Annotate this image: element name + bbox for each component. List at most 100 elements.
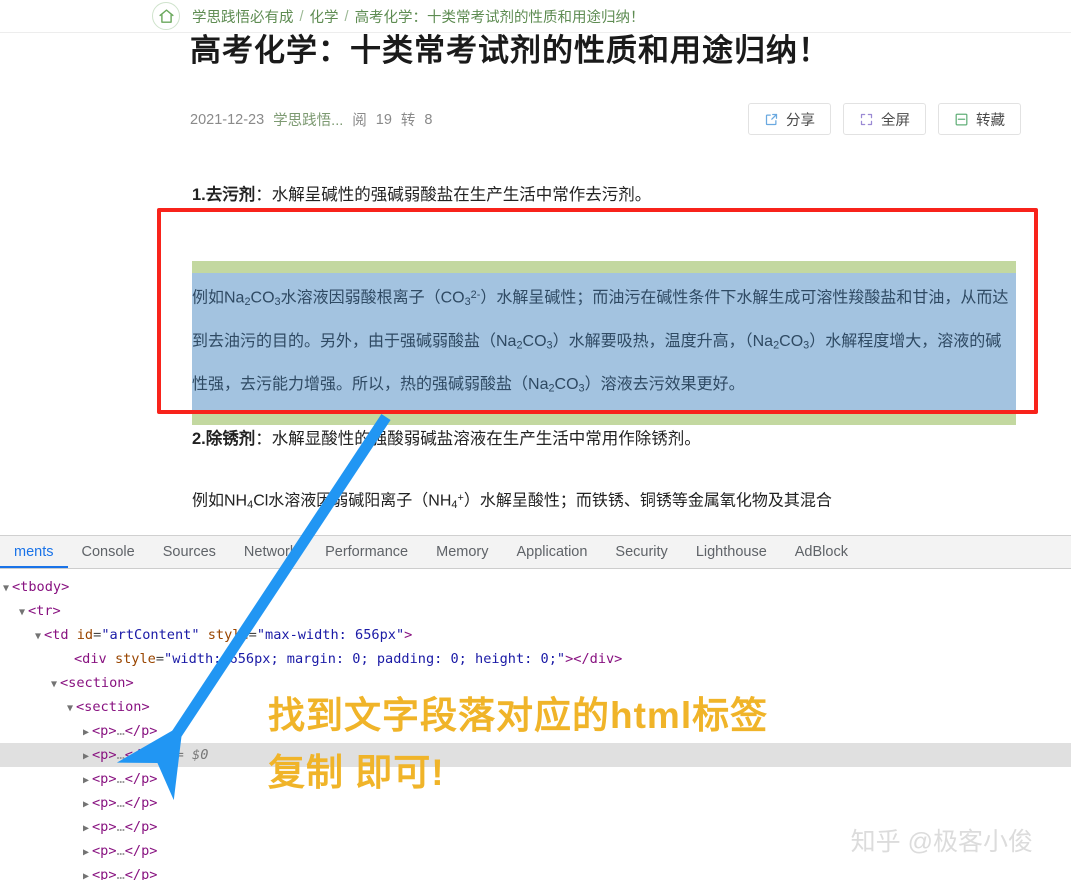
breadcrumb-separator: /: [344, 8, 349, 25]
tab-elements[interactable]: ments: [0, 536, 68, 568]
twisty-placeholder: ·: [62, 649, 74, 673]
share-button-label: 分享: [786, 112, 815, 129]
dom-node-section-outer-tag: <section>: [60, 675, 134, 691]
dom-p-close-tag: </p>: [124, 723, 158, 739]
dom-p-close-tag: </p>: [124, 747, 158, 763]
highlight-content-box: 例如Na2CO3水溶液因弱酸根离子（CO32-）水解呈碱性；而油污在碱性条件下水…: [192, 273, 1016, 413]
twisty-icon[interactable]: ▶: [80, 769, 92, 793]
annotation-line-2: 复制 即可!: [268, 752, 445, 793]
twisty-icon[interactable]: ▶: [80, 817, 92, 841]
article-content: 高考化学：十类常考试剂的性质和用途归纳！ 2021-12-23 学思践悟... …: [0, 33, 1071, 535]
dom-node-tbody[interactable]: ▼ <tbody>: [0, 575, 1071, 599]
breadcrumb-item-0[interactable]: 学思践悟必有成: [192, 6, 294, 27]
breadcrumb-item-2[interactable]: 高考化学：十类常考试剂的性质和用途归纳！: [355, 6, 645, 27]
page-title: 高考化学：十类常考试剂的性质和用途归纳！: [190, 33, 830, 68]
dom-p-ellipsis: …: [116, 771, 125, 787]
hp-l3b: CO: [779, 332, 804, 350]
article-meta: 2021-12-23 学思践悟... 阅 19 转 8: [190, 109, 432, 130]
twisty-icon[interactable]: ▶: [80, 865, 92, 880]
dom-p-open-tag: <p>: [92, 771, 117, 787]
tab-sources[interactable]: Sources: [149, 536, 230, 568]
dom-node-p[interactable]: ▶ <p>… </p>: [0, 863, 1071, 880]
dom-selected-ref: == $0: [167, 747, 209, 763]
hp-l4c: ）溶液去污效果更好。: [584, 376, 745, 394]
highlight-padding-top: [192, 261, 1016, 273]
twisty-icon[interactable]: ▶: [80, 721, 92, 745]
dom-p-ellipsis: …: [116, 795, 125, 811]
dom-node-tr[interactable]: ▼ <tr>: [0, 599, 1071, 623]
breadcrumb: 学思践悟必有成 / 化学 / 高考化学：十类常考试剂的性质和用途归纳！: [192, 0, 645, 33]
tab-console[interactable]: Console: [68, 536, 149, 568]
twisty-icon[interactable]: ▼: [48, 673, 60, 697]
dom-p-close-tag: </p>: [124, 819, 158, 835]
save-collect-icon: [954, 112, 969, 127]
dom-p-open-tag: <p>: [92, 747, 117, 763]
twisty-icon[interactable]: ▼: [16, 601, 28, 625]
fullscreen-button-label: 全屏: [881, 112, 910, 129]
share-button[interactable]: 分享: [748, 103, 831, 135]
dom-p-open-tag: <p>: [92, 723, 117, 739]
dom-p-close-tag: </p>: [124, 867, 158, 880]
dom-p-close-tag: </p>: [124, 795, 158, 811]
tab-performance[interactable]: Performance: [311, 536, 422, 568]
section-1-number: 1.: [192, 186, 206, 204]
highlight-padding-bottom: [192, 412, 1016, 425]
dom-node-div[interactable]: · <div style = "width: 656px; margin: 0;…: [0, 647, 1071, 671]
twisty-icon[interactable]: ▶: [80, 841, 92, 865]
hp-l3a: 温度升高，（Na: [664, 332, 774, 350]
tab-adblock[interactable]: AdBlock: [781, 536, 862, 568]
dom-p-open-tag: <p>: [92, 867, 117, 880]
tab-application[interactable]: Application: [502, 536, 601, 568]
dom-node-tbody-tag: <tbody>: [12, 579, 70, 595]
tab-memory[interactable]: Memory: [422, 536, 502, 568]
dom-node-p-selected[interactable]: ▶ <p>… </p> == $0: [0, 743, 1071, 767]
collect-button[interactable]: 转藏: [938, 103, 1021, 135]
author-name[interactable]: 学思践悟...: [273, 109, 343, 130]
dom-p-open-tag: <p>: [92, 843, 117, 859]
breadcrumb-separator: /: [299, 8, 304, 25]
dom-node-td-close: >: [404, 627, 413, 643]
tab-lighthouse[interactable]: Lighthouse: [682, 536, 781, 568]
dom-attr-style: style: [207, 627, 249, 643]
twisty-icon[interactable]: ▼: [64, 697, 76, 721]
dom-p-open-tag: <p>: [92, 795, 117, 811]
tab-network[interactable]: Network: [230, 536, 311, 568]
dom-node-td[interactable]: ▼ <td id = "artContent" style = "max-wid…: [0, 623, 1071, 647]
selected-paragraph-highlight: 例如Na2CO3水溶液因弱酸根离子（CO32-）水解呈碱性；而油污在碱性条件下水…: [192, 261, 1016, 425]
dom-node-tr-tag: <tr>: [28, 603, 61, 619]
twisty-icon[interactable]: ▶: [80, 793, 92, 817]
read-count: 19: [375, 111, 392, 128]
dom-p-ellipsis: …: [116, 867, 125, 880]
home-icon[interactable]: [152, 2, 180, 30]
read-label: 阅: [352, 113, 367, 129]
dom-node-p[interactable]: ▶ <p>… </p>: [0, 791, 1071, 815]
dom-node-div-tag: <div: [74, 651, 107, 667]
paragraph-2: 例如NH4Cl水溶液因弱碱阳离子（NH4+）水解呈酸性；而铁锈、铜锈等金属氧化物…: [192, 478, 1016, 525]
hp-l1c: 水溶液因弱酸根离子（CO: [280, 289, 465, 307]
fullscreen-button[interactable]: 全屏: [843, 103, 926, 135]
dom-div-attr-style: style: [114, 651, 156, 667]
dom-p-close-tag: </p>: [124, 843, 158, 859]
watermark: 知乎 @极客小俊: [850, 828, 1033, 856]
dom-div-attr-style-value: "width: 656px; margin: 0; padding: 0; he…: [164, 651, 566, 667]
tab-security[interactable]: Security: [601, 536, 681, 568]
hp-l4a: 盐（Na: [496, 376, 549, 394]
section-heading-2: 2.除锈剂：水解显酸性的强酸弱碱盐溶液在生产生活中常用作除锈剂。: [192, 425, 701, 449]
annotation-line-1: 找到文字段落对应的html标签: [268, 695, 769, 736]
publish-date: 2021-12-23: [190, 111, 265, 128]
section-2-body: 水解显酸性的强酸弱碱盐溶液在生产生活中常用作除锈剂。: [271, 430, 701, 448]
twisty-icon[interactable]: ▼: [32, 625, 44, 649]
p2-a: 例如NH: [192, 492, 248, 510]
section-2-title: 除锈剂: [205, 430, 256, 448]
dom-node-div-gt: >: [565, 651, 574, 667]
dom-p-ellipsis: …: [116, 747, 125, 763]
section-1-colon: ：: [255, 186, 272, 204]
devtools-tab-bar: ments Console Sources Network Performanc…: [0, 536, 1071, 569]
dom-node-p[interactable]: ▶ <p>… </p>: [0, 767, 1071, 791]
twisty-icon[interactable]: ▶: [80, 745, 92, 769]
twisty-icon[interactable]: ▼: [0, 577, 12, 601]
section-2-colon: ：: [255, 430, 272, 448]
fullscreen-icon: [859, 112, 874, 127]
hp-l4b: CO: [554, 376, 579, 394]
breadcrumb-item-1[interactable]: 化学: [310, 6, 339, 27]
